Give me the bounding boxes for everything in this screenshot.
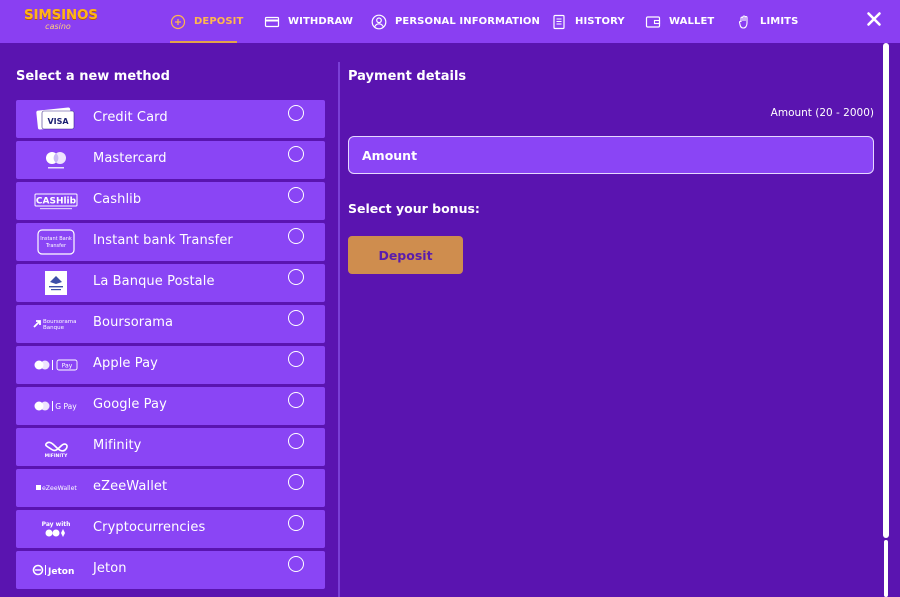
method-label: Credit Card bbox=[93, 110, 168, 125]
method-la-banque-postale[interactable]: La Banque Postale bbox=[16, 264, 325, 302]
brand-name: SIMSINOS bbox=[24, 7, 98, 23]
method-label: Cashlib bbox=[93, 192, 142, 207]
method-label: eZeeWallet bbox=[93, 479, 168, 494]
payment-details-panel: Payment details Amount (20 - 2000) Selec… bbox=[348, 43, 874, 597]
method-cashlib[interactable]: CASHlib Cashlib bbox=[16, 182, 325, 220]
svg-text:Instant Bank: Instant Bank bbox=[40, 236, 72, 242]
method-credit-card[interactable]: VISA Credit Card bbox=[16, 100, 325, 138]
column-divider bbox=[338, 62, 340, 597]
payment-details-title: Payment details bbox=[348, 69, 467, 84]
wallet-icon bbox=[645, 14, 661, 30]
plus-circle-icon bbox=[170, 14, 186, 30]
top-nav-bar: SIMSINOS casino DEPOSIT WITHDRAW PERSONA… bbox=[0, 0, 900, 43]
radio-button[interactable] bbox=[288, 474, 304, 490]
method-mifinity[interactable]: MIFINITY Mifinity bbox=[16, 428, 325, 466]
tab-wallet-label: WALLET bbox=[669, 16, 715, 27]
tab-wallet[interactable]: WALLET bbox=[645, 0, 714, 43]
radio-button[interactable] bbox=[288, 433, 304, 449]
radio-button[interactable] bbox=[288, 228, 304, 244]
tab-withdraw[interactable]: WITHDRAW bbox=[264, 0, 353, 43]
scrollbar-thumb[interactable] bbox=[883, 43, 889, 538]
tab-deposit-label: DEPOSIT bbox=[194, 16, 244, 27]
hand-icon bbox=[736, 14, 752, 30]
method-label: Cryptocurrencies bbox=[93, 520, 206, 535]
la-banque-postale-icon bbox=[32, 270, 80, 296]
method-selection-panel: Select a new method VISA Credit Card Mas… bbox=[16, 43, 326, 597]
radio-button[interactable] bbox=[288, 310, 304, 326]
tab-personal-information[interactable]: PERSONAL INFORMATION bbox=[371, 0, 540, 43]
svg-text:G Pay: G Pay bbox=[55, 402, 77, 411]
svg-text:Pay: Pay bbox=[62, 363, 73, 370]
close-icon[interactable] bbox=[866, 11, 882, 27]
method-google-pay[interactable]: G Pay Google Pay bbox=[16, 387, 325, 425]
method-label: Boursorama bbox=[93, 315, 174, 330]
svg-text:Pay with: Pay with bbox=[42, 521, 71, 528]
method-ezeewallet[interactable]: eZeeWallet eZeeWallet bbox=[16, 469, 325, 507]
method-instant-bank-transfer[interactable]: Instant Bank Transfer Instant bank Transf… bbox=[16, 223, 325, 261]
method-apple-pay[interactable]: Pay Apple Pay bbox=[16, 346, 325, 384]
method-mastercard[interactable]: Mastercard bbox=[16, 141, 325, 179]
svg-text:MIFINITY: MIFINITY bbox=[45, 453, 68, 459]
radio-button[interactable] bbox=[288, 269, 304, 285]
tab-deposit[interactable]: DEPOSIT bbox=[170, 0, 243, 43]
method-label: Apple Pay bbox=[93, 356, 158, 371]
radio-button[interactable] bbox=[288, 187, 304, 203]
mifinity-icon: MIFINITY bbox=[32, 434, 80, 460]
svg-text:Banque: Banque bbox=[43, 325, 65, 331]
tab-personal-information-label: PERSONAL INFORMATION bbox=[395, 16, 540, 27]
visa-card-icon: VISA bbox=[32, 106, 80, 132]
cashlib-icon: CASHlib bbox=[32, 188, 80, 214]
svg-text:CASHlib: CASHlib bbox=[36, 197, 77, 207]
method-label: Mastercard bbox=[93, 151, 167, 166]
method-label: Google Pay bbox=[93, 397, 167, 412]
svg-text:Jeton: Jeton bbox=[47, 567, 74, 577]
ezeewallet-icon: eZeeWallet bbox=[32, 475, 80, 501]
method-jeton[interactable]: Jeton Jeton bbox=[16, 551, 325, 589]
card-icon bbox=[264, 14, 280, 30]
brand-subtitle: casino bbox=[45, 22, 71, 31]
radio-button[interactable] bbox=[288, 351, 304, 367]
radio-button[interactable] bbox=[288, 146, 304, 162]
google-pay-icon: G Pay bbox=[32, 393, 80, 419]
method-label: Mifinity bbox=[93, 438, 142, 453]
radio-button[interactable] bbox=[288, 515, 304, 531]
scrollbar[interactable] bbox=[882, 43, 890, 597]
tab-history-label: HISTORY bbox=[575, 16, 625, 27]
brand-logo: SIMSINOS casino bbox=[24, 8, 102, 34]
instant-bank-transfer-icon: Instant Bank Transfer bbox=[32, 229, 80, 255]
method-boursorama[interactable]: Boursorama Banque Boursorama bbox=[16, 305, 325, 343]
apple-pay-icon: Pay bbox=[32, 352, 80, 378]
mastercard-icon bbox=[32, 147, 80, 173]
tab-limits[interactable]: LIMITS bbox=[736, 0, 798, 43]
document-icon bbox=[551, 14, 567, 30]
method-label: La Banque Postale bbox=[93, 274, 215, 289]
method-label: Instant bank Transfer bbox=[93, 233, 233, 248]
svg-text:Transfer: Transfer bbox=[45, 243, 67, 249]
svg-text:eZeeWallet: eZeeWallet bbox=[42, 485, 77, 492]
tab-limits-label: LIMITS bbox=[760, 16, 799, 27]
deposit-button[interactable]: Deposit bbox=[348, 236, 463, 274]
method-label: Jeton bbox=[93, 561, 127, 576]
amount-range-label: Amount (20 - 2000) bbox=[770, 107, 874, 119]
boursorama-icon: Boursorama Banque bbox=[32, 311, 80, 337]
tab-history[interactable]: HISTORY bbox=[551, 0, 625, 43]
radio-button[interactable] bbox=[288, 392, 304, 408]
scrollbar-track-lower[interactable] bbox=[884, 540, 888, 597]
payment-method-list: VISA Credit Card Mastercard CASHlib Cash… bbox=[16, 100, 326, 592]
radio-button[interactable] bbox=[288, 105, 304, 121]
jeton-icon: Jeton bbox=[32, 557, 80, 583]
user-circle-icon bbox=[371, 14, 387, 30]
method-cryptocurrencies[interactable]: Pay with Cryptocurrencies bbox=[16, 510, 325, 548]
amount-input[interactable] bbox=[348, 136, 874, 174]
bonus-section-title: Select your bonus: bbox=[348, 201, 480, 216]
svg-text:VISA: VISA bbox=[47, 117, 69, 126]
radio-button[interactable] bbox=[288, 556, 304, 572]
crypto-icon: Pay with bbox=[32, 516, 80, 542]
tab-withdraw-label: WITHDRAW bbox=[288, 16, 354, 27]
method-section-title: Select a new method bbox=[16, 69, 170, 84]
